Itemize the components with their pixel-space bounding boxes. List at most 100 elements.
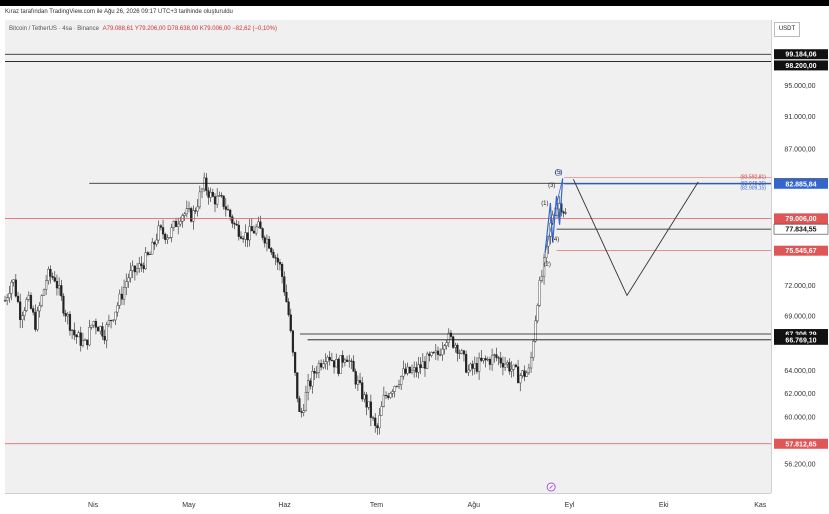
candle-body [84, 339, 87, 341]
candle-body [125, 281, 128, 288]
candle-body [293, 352, 297, 373]
candle-body [155, 239, 158, 245]
candle-body [393, 386, 396, 392]
candle-body [105, 324, 108, 341]
candle-body [367, 401, 370, 408]
candle-body [378, 415, 381, 429]
candle-body [131, 265, 134, 271]
candle-body [400, 375, 403, 385]
candle-body [23, 310, 26, 316]
candle-body [21, 315, 24, 320]
candle-body [371, 417, 375, 419]
candle-body [233, 223, 236, 225]
candle-body [343, 359, 346, 363]
candle-body [274, 257, 277, 259]
y-tick-label: 64.000,00 [784, 368, 815, 375]
candle-body [168, 237, 171, 239]
price-label-text: 57.812,65 [785, 441, 816, 448]
candle-body [311, 371, 314, 387]
candle-body [211, 192, 214, 197]
candle-body [99, 326, 102, 332]
candle-body [291, 330, 295, 353]
candle-body [309, 380, 312, 387]
candle-body [75, 334, 78, 338]
candle-body [382, 395, 385, 407]
candle-body [538, 280, 541, 306]
candle-body [259, 221, 262, 229]
candle-body [55, 281, 59, 289]
candle-body [525, 372, 528, 377]
candle-body [328, 357, 331, 361]
price-label-text: 77.834,55 [785, 227, 816, 234]
candle-body [380, 406, 383, 416]
candle-body [58, 285, 61, 289]
y-tick-label: 87.000,00 [784, 146, 815, 153]
candle-body [94, 321, 98, 328]
candle-body [242, 238, 245, 240]
candle-body [493, 354, 496, 356]
wave-label-2: (2) [543, 262, 550, 268]
candle-body [432, 352, 435, 354]
candle-body [406, 366, 409, 374]
candle-body [252, 230, 256, 234]
candle-body [237, 224, 240, 237]
y-tick-label: 72.000,00 [784, 283, 815, 290]
candle-body [192, 210, 195, 222]
candle-body [174, 221, 178, 227]
candle-body [417, 364, 420, 373]
candle-body [49, 268, 52, 277]
candle-body [486, 359, 489, 361]
candle-body [129, 270, 132, 279]
candle-body [337, 358, 340, 374]
candle-body [426, 353, 429, 369]
candle-body [358, 380, 362, 383]
candle-body [462, 350, 466, 355]
y-tick-label: 91.000,00 [784, 114, 815, 121]
candle-body [326, 357, 329, 362]
candle-body [6, 297, 9, 301]
candle-body [196, 206, 199, 212]
candle-body [226, 209, 230, 211]
candle-body [330, 359, 334, 361]
candle-body [421, 361, 424, 369]
candle-body [257, 221, 260, 228]
price-label-text: 66.769,10 [785, 337, 816, 344]
y-tick-label: 56.200,00 [784, 462, 815, 469]
candle-body [122, 287, 126, 300]
x-tick-label: Nis [88, 502, 99, 509]
candle-body [161, 227, 165, 235]
candle-body [402, 368, 405, 377]
candle-body [473, 363, 476, 369]
candle-body [562, 211, 565, 214]
candle-body [231, 216, 234, 224]
wave-label-3: (3) [548, 183, 555, 189]
candle-body [428, 353, 431, 356]
candle-body [190, 208, 193, 222]
candle-body [96, 327, 100, 332]
candle-body [410, 369, 414, 373]
candle-body [66, 314, 69, 317]
candle-body [209, 192, 212, 198]
candle-body [387, 395, 390, 398]
candle-body [42, 289, 46, 296]
candle-body [491, 355, 494, 365]
candle-body [317, 363, 321, 373]
candle-body [467, 369, 470, 373]
candle-body [361, 382, 364, 400]
candle-body [45, 280, 48, 290]
candle-body [558, 203, 561, 210]
candle-body [345, 359, 349, 362]
price-label-text: 98.200,00 [785, 63, 816, 70]
candle-body [118, 293, 121, 306]
candle-body [40, 295, 43, 306]
candle-body [159, 225, 162, 228]
candle-body [471, 363, 474, 369]
candle-body [341, 355, 344, 363]
candle-body [478, 357, 481, 372]
candle-body [445, 342, 448, 346]
candle-body [146, 252, 149, 255]
candle-body [536, 305, 539, 322]
x-tick-label: Tem [370, 502, 383, 509]
candle-body [339, 355, 342, 374]
candle-body [304, 392, 308, 411]
